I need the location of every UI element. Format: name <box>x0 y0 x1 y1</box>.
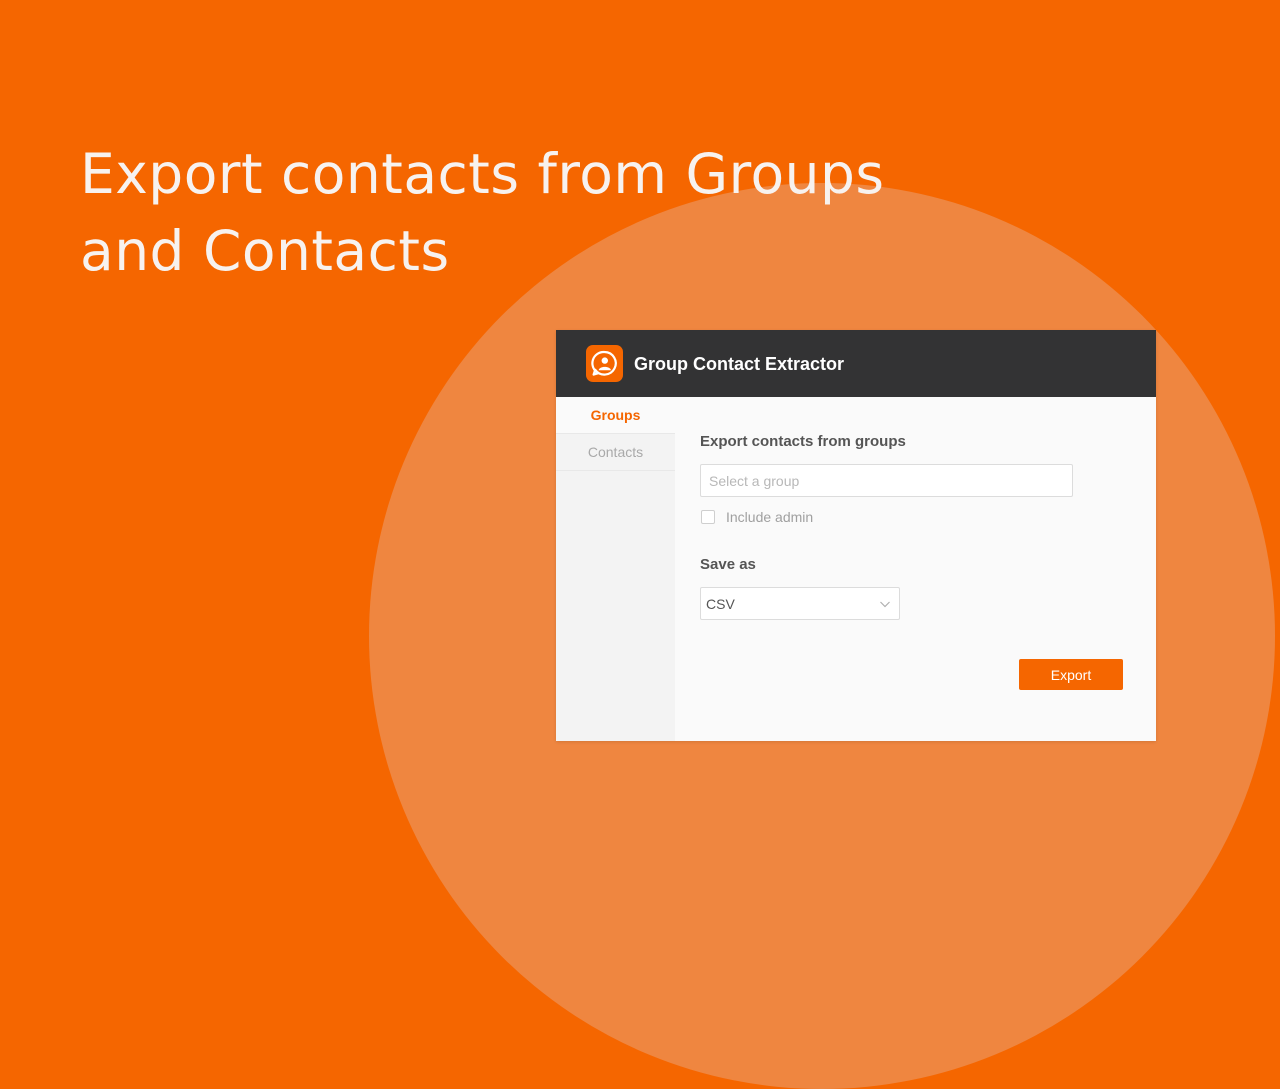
hero-headline-line-2: and Contacts <box>80 219 450 283</box>
panel-title: Export contacts from groups <box>700 433 906 450</box>
app-header: Group Contact Extractor <box>556 330 1156 397</box>
app-window: Group Contact Extractor Groups Contacts … <box>556 330 1156 741</box>
include-admin-label: Include admin <box>726 509 814 525</box>
save-as-label: Save as <box>700 556 756 573</box>
chevron-down-icon <box>880 601 890 608</box>
app-title: Group Contact Extractor <box>634 354 845 374</box>
hero-headline-line-1: Export contacts from Groups <box>80 142 885 206</box>
tab-groups[interactable]: Groups <box>556 397 675 434</box>
format-selected-value: CSV <box>706 596 735 612</box>
tab-contacts[interactable]: Contacts <box>556 434 675 471</box>
sidebar: Groups Contacts <box>556 397 675 741</box>
contact-chat-bubble-icon <box>586 345 623 382</box>
format-dropdown[interactable]: CSV <box>700 587 900 620</box>
include-admin-checkbox[interactable] <box>701 510 715 524</box>
include-admin-option: Include admin <box>701 509 813 525</box>
group-select-input[interactable] <box>700 464 1073 497</box>
hero-headline: Export contacts from Groups and Contacts <box>80 136 980 290</box>
export-button[interactable]: Export <box>1019 659 1123 690</box>
